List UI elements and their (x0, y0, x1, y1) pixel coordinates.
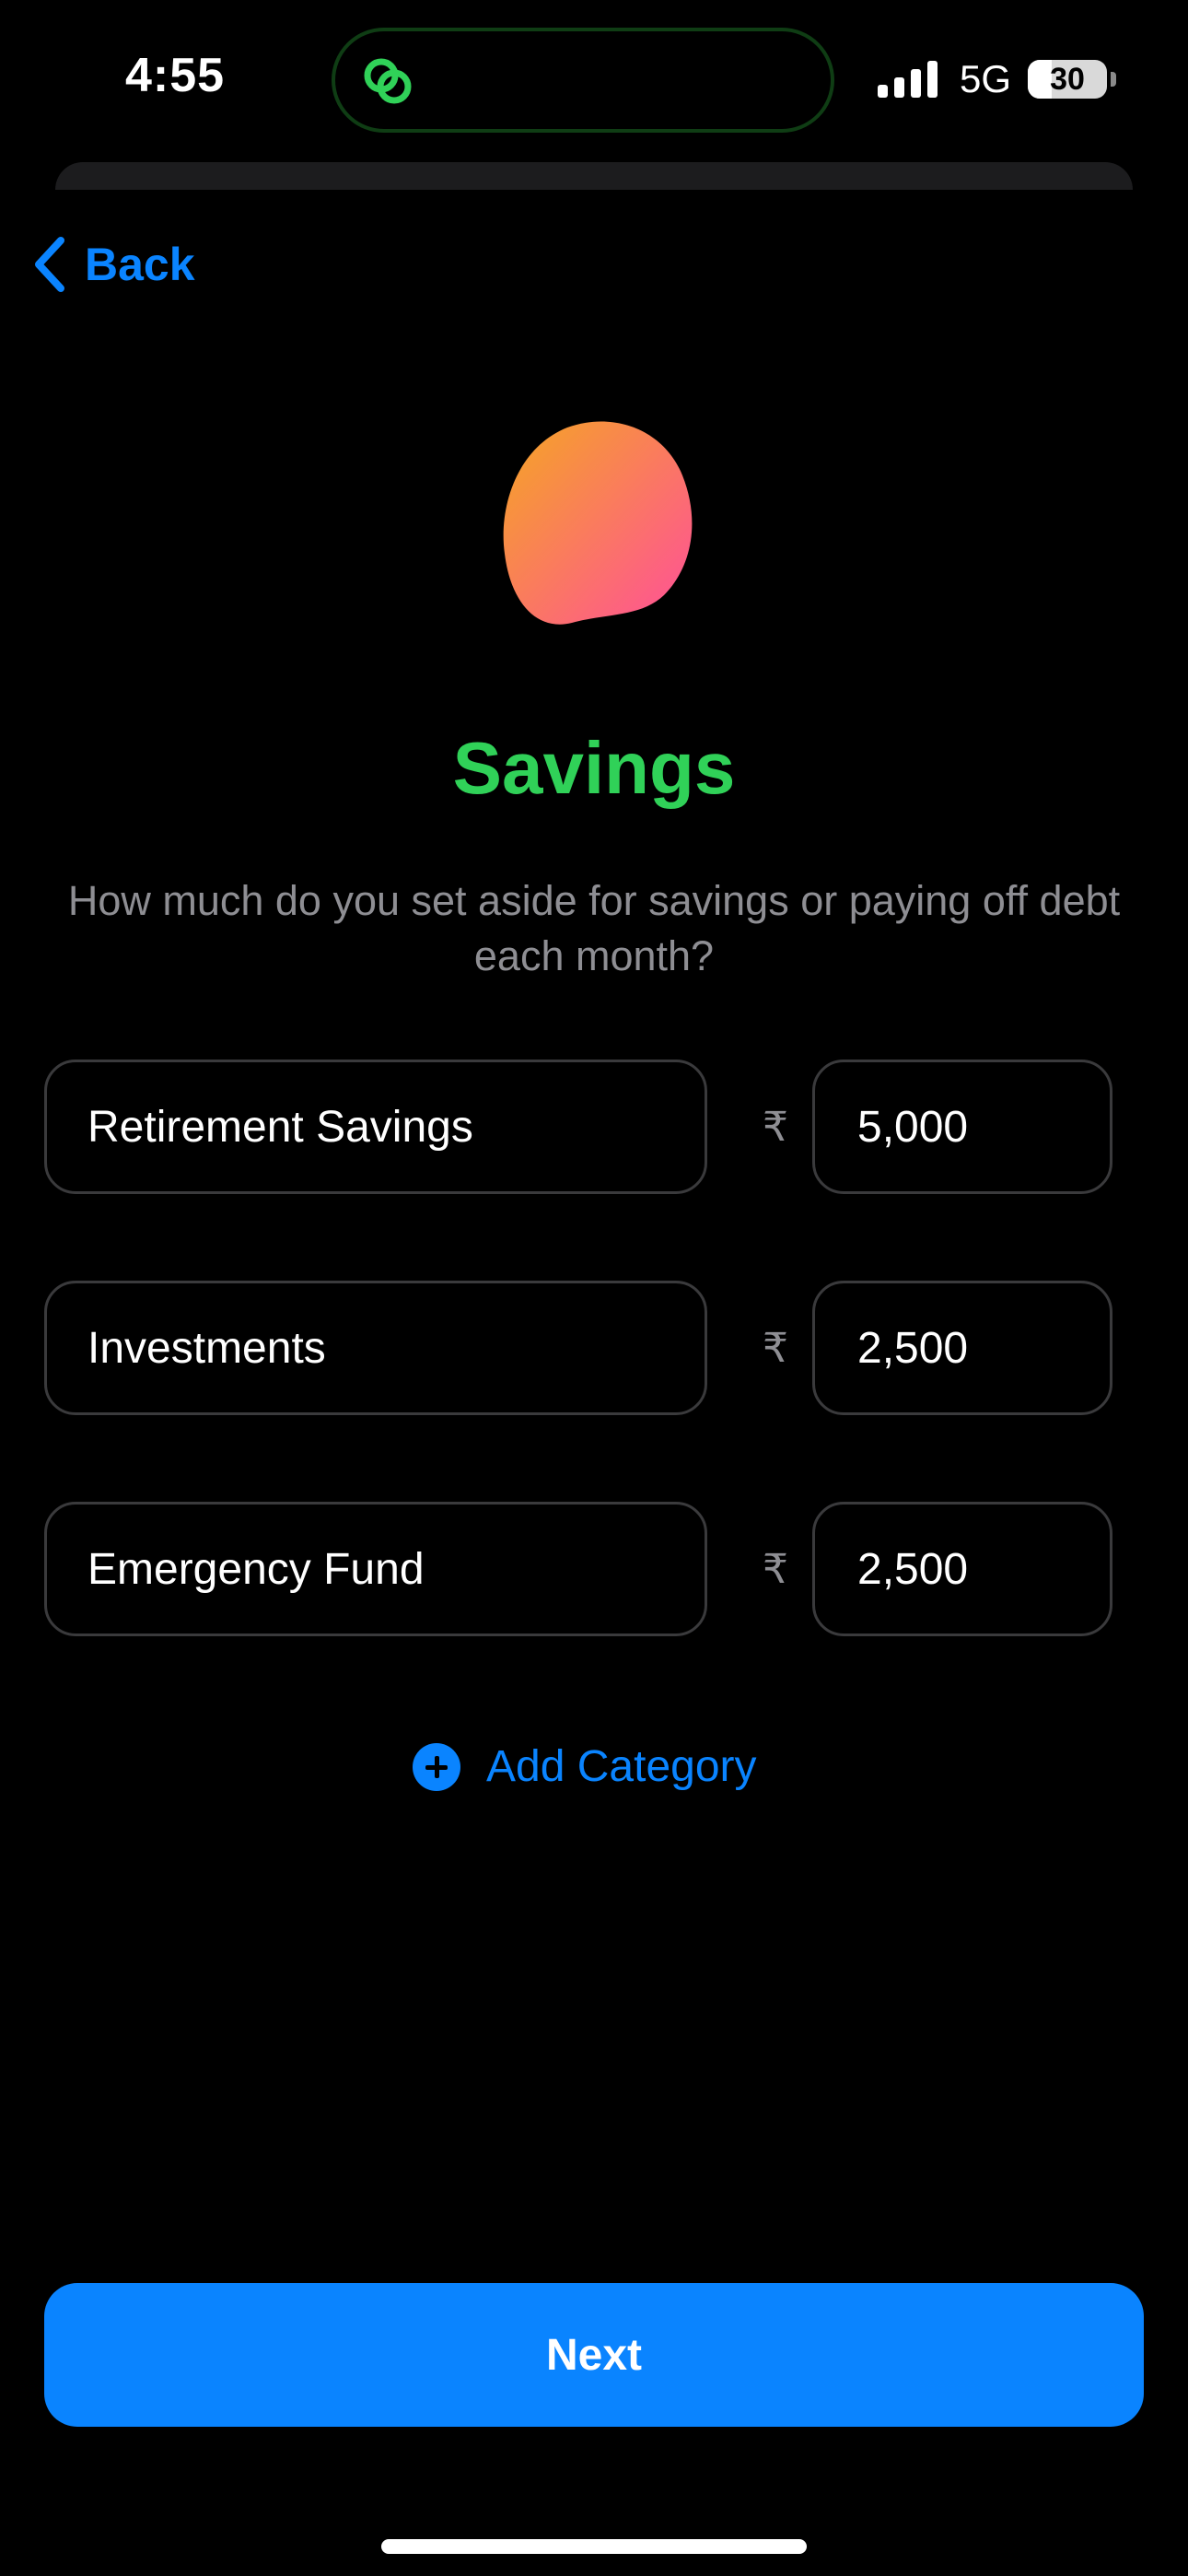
cellular-signal-icon (877, 61, 938, 98)
currency-symbol: ₹ (763, 1104, 788, 1150)
category-row: Emergency Fund ₹ 2,500 (44, 1502, 1112, 1636)
currency-symbol: ₹ (763, 1325, 788, 1371)
link-rings-icon (364, 58, 412, 104)
category-name-field[interactable]: Retirement Savings (44, 1060, 707, 1194)
sheet-edge (55, 162, 1133, 190)
battery-nub (1111, 72, 1116, 87)
savings-blob-icon (503, 421, 693, 625)
page-title: Savings (452, 727, 736, 809)
battery-level: 30 (1050, 61, 1085, 97)
back-label: Back (85, 239, 195, 290)
plus-circle-icon (413, 1742, 460, 1791)
category-row: Investments ₹ 2,500 (44, 1281, 1112, 1415)
category-row: Retirement Savings ₹ 5,000 (44, 1060, 1112, 1194)
category-name-field[interactable]: Investments (44, 1281, 707, 1415)
category-amount-field[interactable]: 5,000 (812, 1060, 1112, 1194)
status-time: 4:55 (125, 49, 226, 102)
page-subtitle: How much do you set aside for savings or… (67, 877, 1121, 979)
network-type: 5G (959, 57, 1011, 100)
back-button[interactable]: Back (33, 236, 195, 293)
status-indicators: 5G 30 (877, 57, 1116, 101)
next-button[interactable]: Next (44, 2283, 1144, 2427)
category-amount-field[interactable]: 2,500 (812, 1281, 1112, 1415)
add-category-label: Add Category (486, 1742, 757, 1791)
battery-icon: 30 (1028, 60, 1107, 99)
add-category-button[interactable]: Add Category (413, 1741, 757, 1792)
currency-symbol: ₹ (763, 1546, 788, 1592)
home-indicator[interactable] (381, 2539, 807, 2554)
category-amount-field[interactable]: 2,500 (812, 1502, 1112, 1636)
chevron-left-icon (35, 237, 64, 292)
dynamic-island[interactable] (332, 28, 834, 133)
battery-fill (1028, 60, 1052, 99)
category-name-field[interactable]: Emergency Fund (44, 1502, 707, 1636)
